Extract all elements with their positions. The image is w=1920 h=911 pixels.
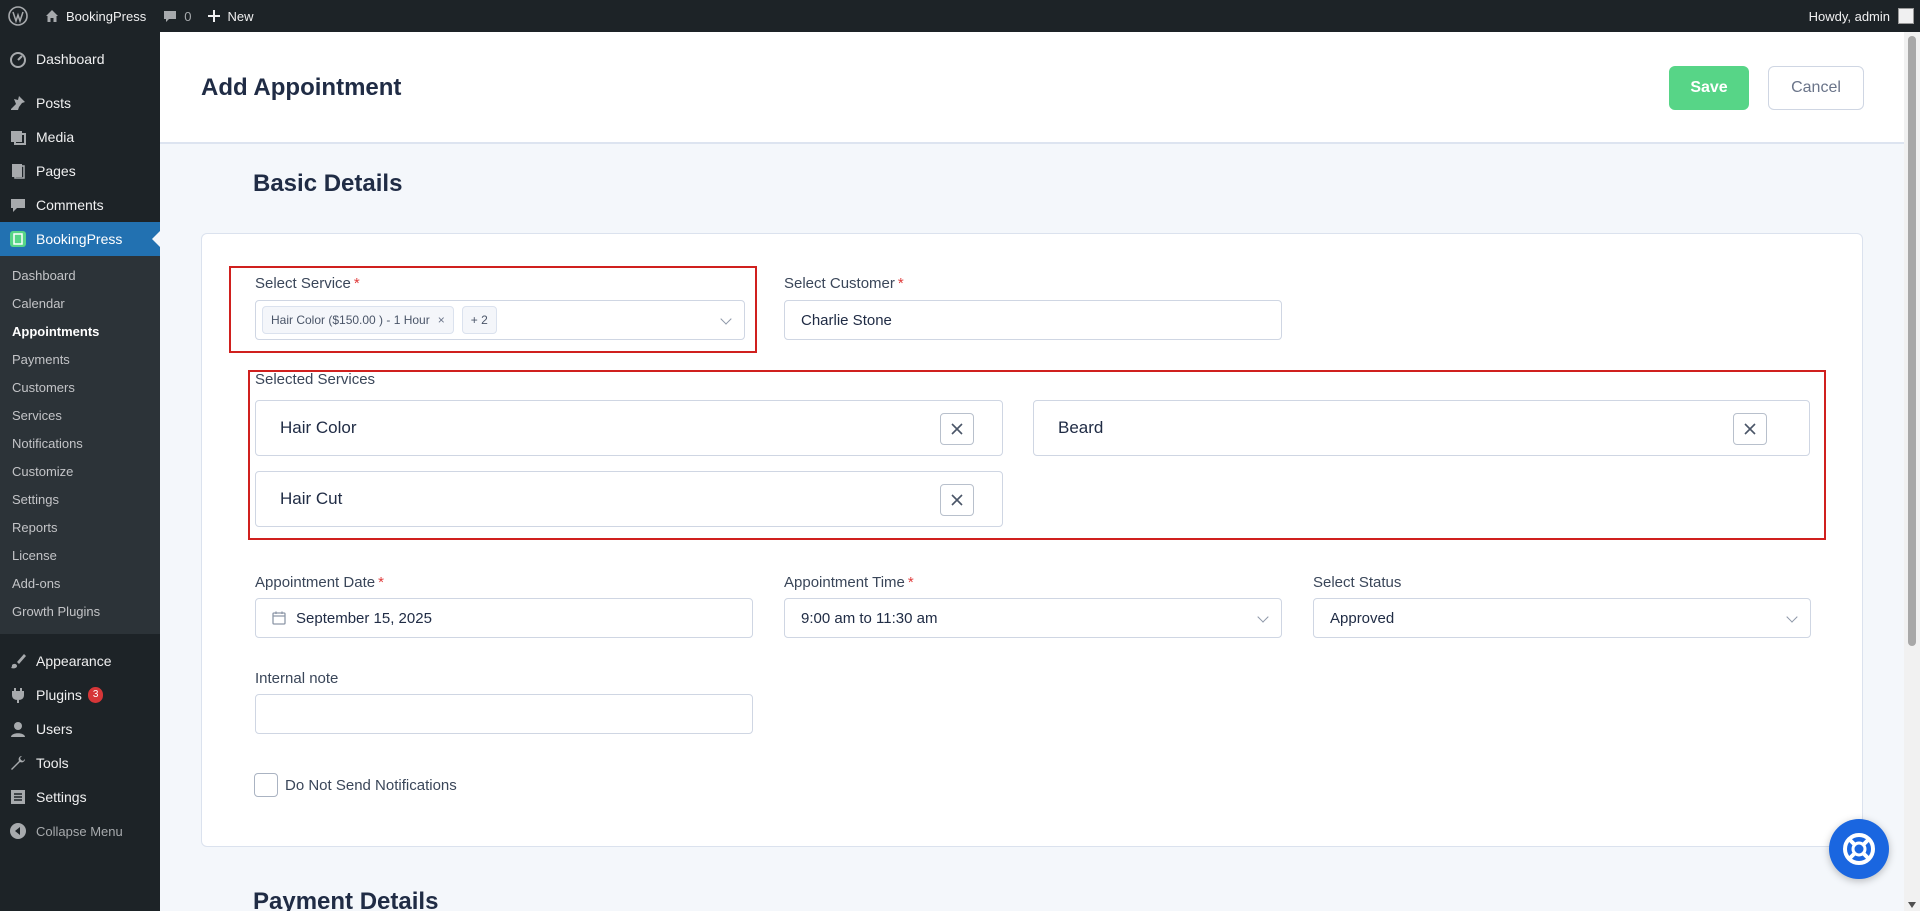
sidebar-item-users[interactable]: Users (0, 712, 160, 746)
comments-link[interactable]: 0 (154, 0, 199, 32)
dashboard-icon (8, 49, 28, 69)
remove-service-button[interactable] (1733, 413, 1767, 445)
comment-icon (8, 195, 28, 215)
calendar-icon (272, 611, 286, 625)
sidebar-item-appearance[interactable]: Appearance (0, 644, 160, 678)
pages-icon (8, 161, 28, 181)
plugins-update-badge: 3 (87, 687, 104, 703)
submenu-item-settings[interactable]: Settings (0, 486, 160, 514)
submenu-item-growth-plugins[interactable]: Growth Plugins (0, 598, 160, 626)
do-not-send-notifications-checkbox[interactable] (254, 773, 278, 797)
wordpress-logo-icon[interactable] (0, 0, 36, 32)
appointment-date-label: Appointment Date * (255, 574, 384, 591)
internal-note-label: Internal note (255, 670, 339, 687)
sidebar-item-dashboard[interactable]: Dashboard (0, 42, 160, 76)
sidebar-item-media[interactable]: Media (0, 120, 160, 154)
payment-details-title: Payment Details (253, 888, 439, 911)
close-icon (951, 423, 963, 435)
appointment-time-dropdown[interactable]: 9:00 am to 11:30 am (784, 598, 1282, 638)
submenu-item-dashboard[interactable]: Dashboard (0, 262, 160, 290)
select-customer-label: Select Customer * (784, 275, 904, 292)
submenu-item-add-ons[interactable]: Add-ons (0, 570, 160, 598)
site-name: BookingPress (66, 8, 147, 24)
submenu-item-customers[interactable]: Customers (0, 374, 160, 402)
chevron-down-icon (1786, 611, 1798, 623)
submenu-item-payments[interactable]: Payments (0, 346, 160, 374)
remove-service-button[interactable] (940, 413, 974, 445)
new-label: New (227, 8, 254, 24)
submenu-item-calendar[interactable]: Calendar (0, 290, 160, 318)
scroll-down-arrow-icon[interactable] (1908, 902, 1916, 908)
plus-icon (208, 10, 221, 22)
plugin-icon (8, 685, 28, 705)
account-menu[interactable]: Howdy, admin (1801, 0, 1920, 32)
customer-input[interactable]: Charlie Stone (784, 300, 1282, 340)
comment-icon (164, 11, 177, 22)
cancel-button[interactable]: Cancel (1768, 66, 1864, 110)
sidebar-item-pages[interactable]: Pages (0, 154, 160, 188)
admin-sidebar: Dashboard Posts Media Pages Comments Boo… (0, 32, 160, 911)
media-icon (8, 127, 28, 147)
bookingpress-submenu: Dashboard Calendar Appointments Payments… (0, 256, 160, 634)
do-not-send-notifications-label: Do Not Send Notifications (285, 777, 457, 794)
scrollbar-thumb[interactable] (1908, 36, 1916, 646)
basic-details-title: Basic Details (253, 170, 403, 197)
select-service-label: Select Service * (255, 275, 360, 292)
service-tag: Hair Color ($150.00 ) - 1 Hour × (262, 306, 454, 334)
chevron-down-icon (720, 313, 732, 325)
sidebar-item-collapse-menu[interactable]: Collapse Menu (0, 814, 160, 848)
admin-bar: BookingPress 0 New Howdy, admin (0, 0, 1920, 32)
page-title: Add Appointment (201, 74, 402, 101)
page-scrollbar[interactable] (1904, 32, 1920, 911)
service-tag-more: + 2 (461, 306, 497, 334)
selected-services-label: Selected Services (255, 371, 376, 388)
select-status-label: Select Status (1313, 574, 1402, 591)
pin-icon (8, 93, 28, 113)
bookingpress-icon (8, 229, 28, 249)
close-icon (1744, 423, 1756, 435)
wrench-icon (8, 753, 28, 773)
submenu-item-license[interactable]: License (0, 542, 160, 570)
selected-service-item: Hair Cut (255, 471, 1003, 527)
sidebar-item-tools[interactable]: Tools (0, 746, 160, 780)
site-name-link[interactable]: BookingPress (36, 0, 154, 32)
home-icon (46, 10, 58, 22)
settings-icon (8, 787, 28, 807)
select-service-dropdown[interactable]: Hair Color ($150.00 ) - 1 Hour × + 2 (255, 300, 745, 340)
submenu-item-reports[interactable]: Reports (0, 514, 160, 542)
chevron-down-icon (1257, 611, 1269, 623)
submenu-item-services[interactable]: Services (0, 402, 160, 430)
new-content-link[interactable]: New (199, 0, 261, 32)
page-header: Add Appointment Save Cancel (160, 32, 1904, 144)
help-button[interactable] (1829, 819, 1889, 879)
brush-icon (8, 651, 28, 671)
appointment-date-input[interactable]: September 15, 2025 (255, 598, 753, 638)
submenu-item-notifications[interactable]: Notifications (0, 430, 160, 458)
sidebar-item-posts[interactable]: Posts (0, 86, 160, 120)
selected-service-item: Hair Color (255, 400, 1003, 456)
save-button[interactable]: Save (1669, 66, 1749, 110)
sidebar-item-plugins[interactable]: Plugins 3 (0, 678, 160, 712)
comments-count: 0 (184, 8, 192, 24)
close-icon (951, 494, 963, 506)
collapse-icon (8, 821, 28, 841)
sidebar-item-bookingpress[interactable]: BookingPress (0, 222, 160, 256)
remove-service-button[interactable] (940, 484, 974, 516)
internal-note-input[interactable] (255, 694, 753, 734)
selected-service-item: Beard (1033, 400, 1810, 456)
tag-remove-icon[interactable]: × (438, 313, 445, 327)
status-dropdown[interactable]: Approved (1313, 598, 1811, 638)
submenu-item-customize[interactable]: Customize (0, 458, 160, 486)
lifebuoy-icon (1843, 833, 1875, 865)
user-icon (8, 719, 28, 739)
howdy-text: Howdy, admin (1808, 8, 1890, 24)
avatar (1898, 8, 1914, 24)
sidebar-item-settings[interactable]: Settings (0, 780, 160, 814)
submenu-item-appointments[interactable]: Appointments (0, 318, 160, 346)
sidebar-item-comments[interactable]: Comments (0, 188, 160, 222)
appointment-time-label: Appointment Time * (784, 574, 914, 591)
